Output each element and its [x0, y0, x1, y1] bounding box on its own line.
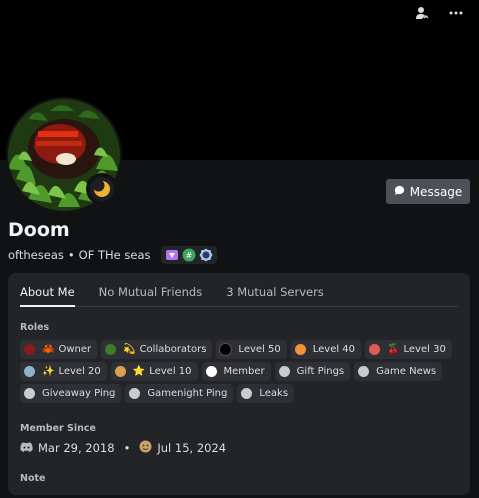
role-color-dot [278, 366, 290, 377]
tab-about-me[interactable]: About Me [20, 285, 75, 307]
role-chip[interactable]: Giveaway Ping [20, 384, 122, 403]
profile-tabs: About Me No Mutual Friends 3 Mutual Serv… [20, 285, 458, 307]
user-subline: oftheseas • OF THe seas # [8, 246, 217, 264]
server-icon [139, 440, 152, 456]
svg-text:#: # [185, 251, 192, 260]
role-label: Level 20 [58, 366, 101, 377]
avatar[interactable] [6, 97, 122, 213]
role-list: 🦀 Owner 💫 Collaborators Level 50 Level 40 🍒 Lev… [20, 340, 460, 403]
note-title: Note [20, 473, 46, 484]
hypesquad-badge-icon[interactable]: # [182, 248, 196, 262]
role-label: Level 50 [238, 344, 281, 355]
role-color-dot [369, 344, 381, 355]
username: oftheseas [8, 248, 64, 262]
role-color-dot [24, 344, 35, 355]
role-color-dot [24, 388, 35, 399]
date-separator: • [123, 441, 131, 455]
member-since-row: Mar 29, 2018 • Jul 15, 2024 [20, 440, 226, 456]
role-chip[interactable]: Leaks [237, 384, 295, 403]
role-label: Gamenight Ping [147, 388, 228, 399]
profile-info-card: About Me No Mutual Friends 3 Mutual Serv… [8, 273, 470, 495]
user-status-icon[interactable] [413, 4, 431, 22]
role-chip[interactable]: 🦀 Owner [20, 340, 98, 359]
role-label: Giveaway Ping [42, 388, 116, 399]
discord-join-date: Mar 29, 2018 [38, 441, 115, 455]
role-color-dot [205, 366, 217, 377]
role-color-dot [358, 366, 370, 377]
more-icon[interactable] [447, 4, 465, 22]
role-color-dot [24, 366, 35, 377]
role-label: Leaks [259, 388, 289, 399]
role-chip[interactable]: Game News [354, 362, 443, 381]
server-join-date: Jul 15, 2024 [157, 441, 227, 455]
nitro-badge-icon[interactable] [165, 248, 179, 262]
chat-bubble-icon [394, 185, 405, 199]
role-chip[interactable]: Member [201, 362, 271, 381]
role-color-dot [105, 344, 117, 355]
pronouns: OF THe seas [78, 248, 151, 262]
role-chip[interactable]: ✨ Level 20 [20, 362, 107, 381]
role-emoji-icon: ✨ [42, 366, 55, 377]
tab-mutual-servers[interactable]: 3 Mutual Servers [226, 285, 324, 307]
idle-moon-icon [90, 177, 114, 201]
role-chip[interactable]: Gamenight Ping [125, 384, 234, 403]
role-chip[interactable]: 🍒 Level 30 [365, 340, 452, 359]
role-label: Level 40 [312, 344, 356, 355]
role-color-dot [220, 344, 232, 355]
roles-title: Roles [20, 322, 50, 333]
member-since-title: Member Since [20, 423, 96, 434]
role-label: Level 10 [149, 366, 192, 377]
role-chip[interactable]: Gift Pings [274, 362, 351, 381]
display-name: Doom [8, 219, 70, 241]
role-chip[interactable]: ⭐ Level 10 [110, 362, 198, 381]
message-button-label: Message [409, 184, 463, 199]
role-emoji-icon: 🍒 [387, 344, 400, 355]
boost-badge-icon[interactable] [199, 248, 213, 262]
role-label: Owner [58, 344, 92, 355]
role-label: Level 30 [403, 344, 446, 355]
role-label: Collaborators [139, 344, 207, 355]
role-emoji-icon: ⭐ [132, 366, 146, 377]
role-label: Gift Pings [296, 366, 345, 377]
role-label: Member [223, 366, 265, 377]
role-chip[interactable]: 💫 Collaborators [101, 340, 213, 359]
discord-logo-icon [20, 441, 33, 455]
top-icons [413, 4, 465, 22]
role-chip[interactable]: Level 50 [216, 340, 287, 359]
status-indicator [86, 173, 118, 205]
role-color-dot [114, 366, 126, 377]
message-button[interactable]: Message [386, 179, 470, 204]
role-emoji-icon: 🦀 [42, 344, 55, 355]
badge-list: # [160, 246, 217, 264]
separator: • [67, 248, 75, 262]
role-label: Game News [376, 366, 437, 377]
role-chip[interactable]: Level 40 [290, 340, 362, 359]
role-emoji-icon: 💫 [123, 344, 136, 355]
role-color-dot [241, 388, 253, 399]
tab-mutual-friends[interactable]: No Mutual Friends [99, 285, 203, 307]
role-color-dot [129, 388, 141, 399]
role-color-dot [294, 344, 306, 355]
